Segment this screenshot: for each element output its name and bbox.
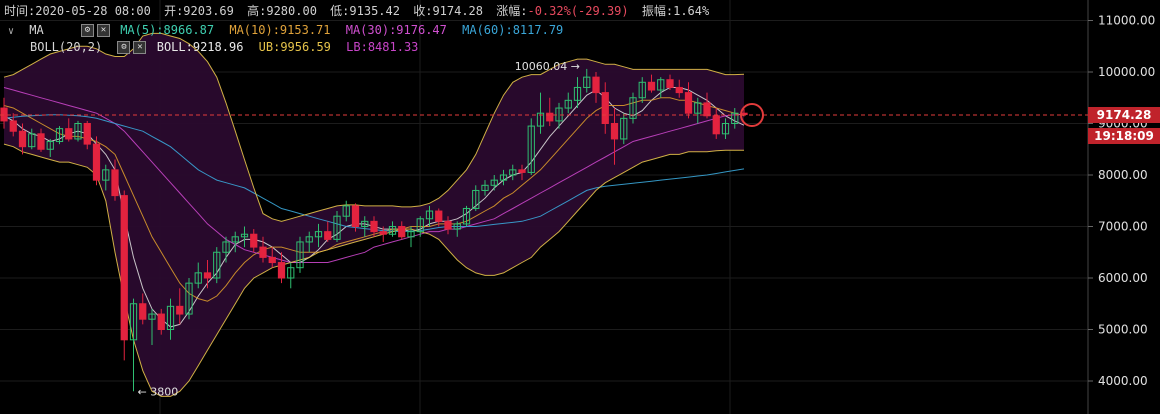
boll-value: BOLL:9218.96 (156, 40, 244, 54)
candle-body (592, 76, 600, 94)
y-tick-label: 8000.00 (1098, 168, 1148, 182)
candle-body (92, 143, 101, 181)
boll-band-fill (4, 33, 744, 397)
candle-body (120, 195, 128, 341)
candle-body (610, 123, 619, 140)
candle-body (65, 128, 73, 140)
candle-body (518, 169, 526, 173)
collapse-chevron-icon[interactable]: ∨ (8, 26, 14, 37)
candle-body (444, 220, 452, 230)
ma30-value: MA(30):9176.47 (345, 23, 447, 37)
low-label: 低: (330, 4, 350, 18)
ma-indicator-name: MA (29, 23, 44, 37)
candle-body (601, 92, 609, 124)
candle (287, 262, 295, 289)
candle-body (203, 272, 212, 279)
candle-body (435, 210, 443, 222)
y-tick-label: 5000.00 (1098, 323, 1148, 337)
candle-body (111, 169, 119, 197)
boll-settings-gear-icon[interactable]: ⚙ (117, 41, 131, 54)
y-tick-label: 4000.00 (1098, 374, 1148, 388)
candle-body (9, 120, 17, 132)
candle-body (139, 303, 147, 320)
candle-body (250, 233, 258, 248)
boll-legend: BOLL(20,2) ⚙ ✕ BOLL:9218.96 UB:9956.59 LB… (8, 39, 426, 55)
candle-body (83, 123, 91, 145)
high-value: 9280.00 (266, 4, 317, 18)
close-label: 收: (413, 4, 433, 18)
close-value: 9174.28 (432, 4, 484, 18)
open-value: 9203.69 (183, 4, 234, 18)
candle-body (684, 92, 693, 114)
candle (120, 190, 128, 361)
ma10-value: MA(10):9153.71 (229, 23, 331, 37)
candle-body (546, 112, 554, 122)
ma-settings-gear-icon[interactable]: ⚙ (80, 24, 94, 37)
candle-body (176, 305, 184, 315)
candle-body (398, 226, 406, 238)
time-value: 2020-05-28 08:00 (35, 4, 151, 18)
low-annotation: ← 3800 (138, 385, 179, 398)
boll-indicator-name: BOLL(20,2) (30, 40, 103, 54)
candle-body (0, 107, 8, 122)
y-tick-label: 11000.00 (1098, 14, 1155, 28)
candle-countdown-tag: 19:18:09 (1088, 128, 1160, 144)
candle-body (370, 220, 378, 233)
candle-body (18, 130, 27, 148)
boll-fill (4, 33, 744, 397)
amplitude-label: 振幅: (641, 4, 674, 18)
candle-body (703, 102, 711, 117)
candle (92, 136, 101, 186)
candle-body (324, 231, 332, 240)
candlestick-chart[interactable]: 11000.0010000.009000.008000.007000.00600… (0, 0, 1160, 414)
ohlc-header: 时间:2020-05-28 08:00 开:9203.69 高:9280.00 … (4, 3, 715, 19)
ma-close-icon[interactable]: ✕ (96, 24, 110, 37)
candle-body (379, 231, 387, 235)
low-value: 9135.42 (349, 4, 400, 18)
current-price-tag: 9174.28 (1088, 107, 1160, 123)
ma-legend: ∨ MA ⚙ ✕ MA(5):8966.87 MA(10):9153.71 MA(… (8, 22, 571, 40)
ma5-value: MA(5):8966.87 (120, 23, 215, 37)
boll-close-icon[interactable]: ✕ (133, 41, 147, 54)
candle-body (277, 262, 286, 279)
y-tick-label: 7000.00 (1098, 220, 1148, 234)
candle-body (351, 205, 360, 227)
ub-value: UB:9956.59 (258, 40, 331, 54)
y-tick-label: 6000.00 (1098, 271, 1148, 285)
candle-body (647, 81, 656, 91)
candle-body (675, 86, 683, 94)
candle-body (666, 79, 674, 88)
open-label: 开: (164, 4, 184, 18)
time-label: 时间: (4, 4, 36, 18)
high-label: 高: (247, 4, 267, 18)
lb-value: LB:8481.33 (346, 40, 419, 54)
candle-body (157, 313, 165, 330)
change-label: 涨幅: (496, 4, 528, 18)
y-tick-label: 10000.00 (1098, 65, 1155, 79)
candle-body (268, 256, 276, 264)
candle-body (259, 246, 267, 258)
ma60-value: MA(60):8117.79 (462, 23, 564, 37)
high-annotation: 10060.04 → (515, 60, 580, 73)
candle-body (712, 115, 720, 135)
change-value: -0.32%(-29.39) (527, 4, 629, 18)
y-axis: 11000.0010000.009000.008000.007000.00600… (1088, 14, 1155, 388)
amplitude-value: 1.64% (673, 4, 710, 18)
candle-body (37, 133, 45, 150)
